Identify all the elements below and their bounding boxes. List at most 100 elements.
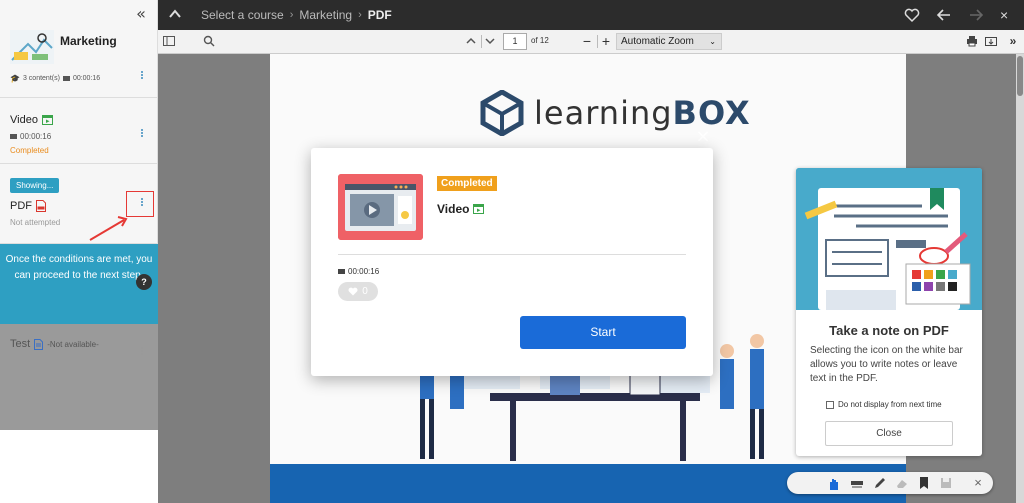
modal-title: Video — [437, 202, 470, 216]
breadcrumb-marketing[interactable]: Marketing — [299, 8, 352, 22]
annotation-toolbar: × — [787, 472, 993, 494]
zoom-in-icon[interactable]: + — [599, 34, 613, 48]
breadcrumb-current: PDF — [367, 8, 392, 22]
zoom-select[interactable]: Automatic Zoom ⌄ — [616, 33, 722, 50]
top-bar: Select a course › Marketing › PDF × — [158, 0, 1024, 30]
close-toolbar-icon[interactable]: × — [971, 476, 985, 490]
course-title: Marketing — [60, 34, 117, 48]
dont-show-again-checkbox[interactable]: Do not display from next time — [826, 400, 942, 409]
modal-divider — [338, 254, 686, 255]
brand-bold-text: BOX — [672, 94, 751, 132]
test-file-icon — [34, 338, 44, 350]
completed-badge: Completed — [437, 176, 497, 191]
sidebar-empty-space — [0, 430, 158, 503]
collapse-sidebar-icon[interactable]: « — [133, 6, 149, 22]
course-menu-icon[interactable] — [136, 70, 148, 84]
breadcrumb: Select a course › Marketing › PDF — [201, 8, 392, 22]
sidebar-top: « — [0, 0, 157, 30]
print-icon[interactable] — [965, 34, 979, 48]
course-header[interactable]: Marketing 🎓 3 content(s) 00:00:16 — [0, 30, 157, 98]
search-icon[interactable] — [202, 34, 216, 48]
like-count: 0 — [362, 286, 368, 297]
test-row: Test -Not available- — [10, 338, 99, 350]
course-content-count: 3 content(s) — [22, 75, 60, 82]
course-meta: 🎓 3 content(s) 00:00:16 — [10, 74, 100, 83]
more-tools-icon[interactable]: » — [1006, 34, 1020, 48]
course-duration: 00:00:16 — [72, 75, 101, 82]
breadcrumb-separator-icon: › — [358, 9, 362, 21]
page-number-input[interactable]: 1 — [503, 33, 527, 50]
pdf-menu-icon[interactable] — [136, 197, 148, 211]
breadcrumb-select-course[interactable]: Select a course — [201, 8, 284, 22]
modal-duration-row: 00:00:16 — [338, 267, 379, 276]
content-modal: Completed Video 00:00:16 0 Start — [311, 148, 713, 376]
dont-show-again-label: Do not display from next time — [838, 400, 942, 409]
scrollbar[interactable] — [1016, 54, 1024, 503]
previous-page-icon[interactable] — [464, 34, 478, 48]
download-icon[interactable] — [984, 34, 998, 48]
video-camera-icon — [62, 76, 70, 81]
sidebar-item-status: Not attempted — [10, 218, 61, 227]
close-icon[interactable]: × — [1000, 7, 1016, 23]
sidebar-item-video-duration-row: 00:00:16 — [10, 132, 51, 141]
bookmark-icon[interactable] — [917, 476, 931, 490]
brand-light-text: learning — [534, 94, 673, 132]
eraser-icon[interactable] — [895, 476, 909, 490]
sidebar-item-video[interactable]: Video 00:00:16 Completed — [0, 98, 157, 164]
note-tip-illustration — [796, 168, 982, 310]
highlighter-icon[interactable] — [850, 476, 864, 490]
help-button[interactable]: ? — [136, 274, 152, 290]
sidebar-item-pdf[interactable]: Showing... PDF Not attempted — [0, 164, 157, 244]
zoom-value: Automatic Zoom — [621, 36, 694, 47]
chevron-down-icon: ⌄ — [709, 37, 716, 46]
sidebar-item-label: Video — [10, 114, 38, 126]
arrow-left-icon[interactable] — [936, 7, 952, 23]
condition-panel: Once the conditions are met, you can pro… — [0, 244, 158, 324]
video-type-icon — [473, 204, 485, 214]
video-thumbnail-icon — [338, 174, 423, 240]
course-thumbnail-icon — [10, 30, 54, 64]
heart-icon — [348, 287, 358, 296]
like-button[interactable]: 0 — [338, 282, 378, 301]
graduation-cap-icon: 🎓 — [10, 74, 20, 83]
toolbar-divider — [597, 35, 598, 48]
hand-icon[interactable] — [827, 476, 841, 490]
course-sidebar: « Marketing 🎓 3 content(s) 00:00:16 Vide… — [0, 0, 158, 503]
sidebar-item-status: Completed — [10, 146, 49, 155]
showing-badge: Showing... — [10, 178, 60, 193]
checkbox-square[interactable] — [826, 400, 834, 409]
sidebar-toggle-icon[interactable] — [162, 34, 176, 48]
brand-wordmark: learningBOX — [534, 94, 751, 132]
next-page-icon[interactable] — [483, 34, 497, 48]
toolbar-divider — [481, 35, 482, 48]
sidebar-item-video-title-row: Video — [10, 114, 53, 126]
video-camera-icon — [10, 134, 17, 139]
sidebar-item-label: Test — [10, 338, 31, 350]
sidebar-item-label: PDF — [10, 200, 32, 212]
modal-duration: 00:00:16 — [348, 267, 380, 276]
modal-title-row: Video — [437, 202, 485, 216]
page-total: of 12 — [531, 36, 549, 45]
condition-message: Once the conditions are met, you can pro… — [5, 254, 153, 281]
red-arrow-icon — [89, 216, 128, 241]
sidebar-item-duration: 00:00:16 — [20, 132, 52, 141]
chevron-up-icon[interactable] — [168, 7, 182, 21]
save-icon[interactable] — [939, 476, 953, 490]
heart-icon[interactable] — [904, 7, 920, 23]
test-availability: -Not available- — [47, 339, 99, 349]
video-menu-icon[interactable] — [136, 128, 148, 142]
video-type-icon — [41, 115, 53, 125]
note-tip-close-button[interactable]: Close — [825, 421, 953, 446]
note-tip-card: Take a note on PDF Selecting the icon on… — [796, 168, 982, 456]
breadcrumb-separator-icon: › — [289, 9, 294, 21]
sidebar-item-pdf-title-row: PDF — [10, 200, 46, 212]
arrow-right-icon — [970, 9, 984, 21]
test-menu-icon — [136, 346, 148, 360]
start-button[interactable]: Start — [520, 316, 686, 349]
pen-icon[interactable] — [873, 476, 887, 490]
note-tip-description: Selecting the icon on the white bar allo… — [810, 345, 963, 384]
zoom-out-icon[interactable]: − — [580, 34, 594, 48]
learningbox-logo-icon — [480, 90, 524, 136]
modal-close-icon[interactable]: × — [695, 128, 711, 146]
scrollbar-thumb[interactable] — [1017, 56, 1023, 96]
